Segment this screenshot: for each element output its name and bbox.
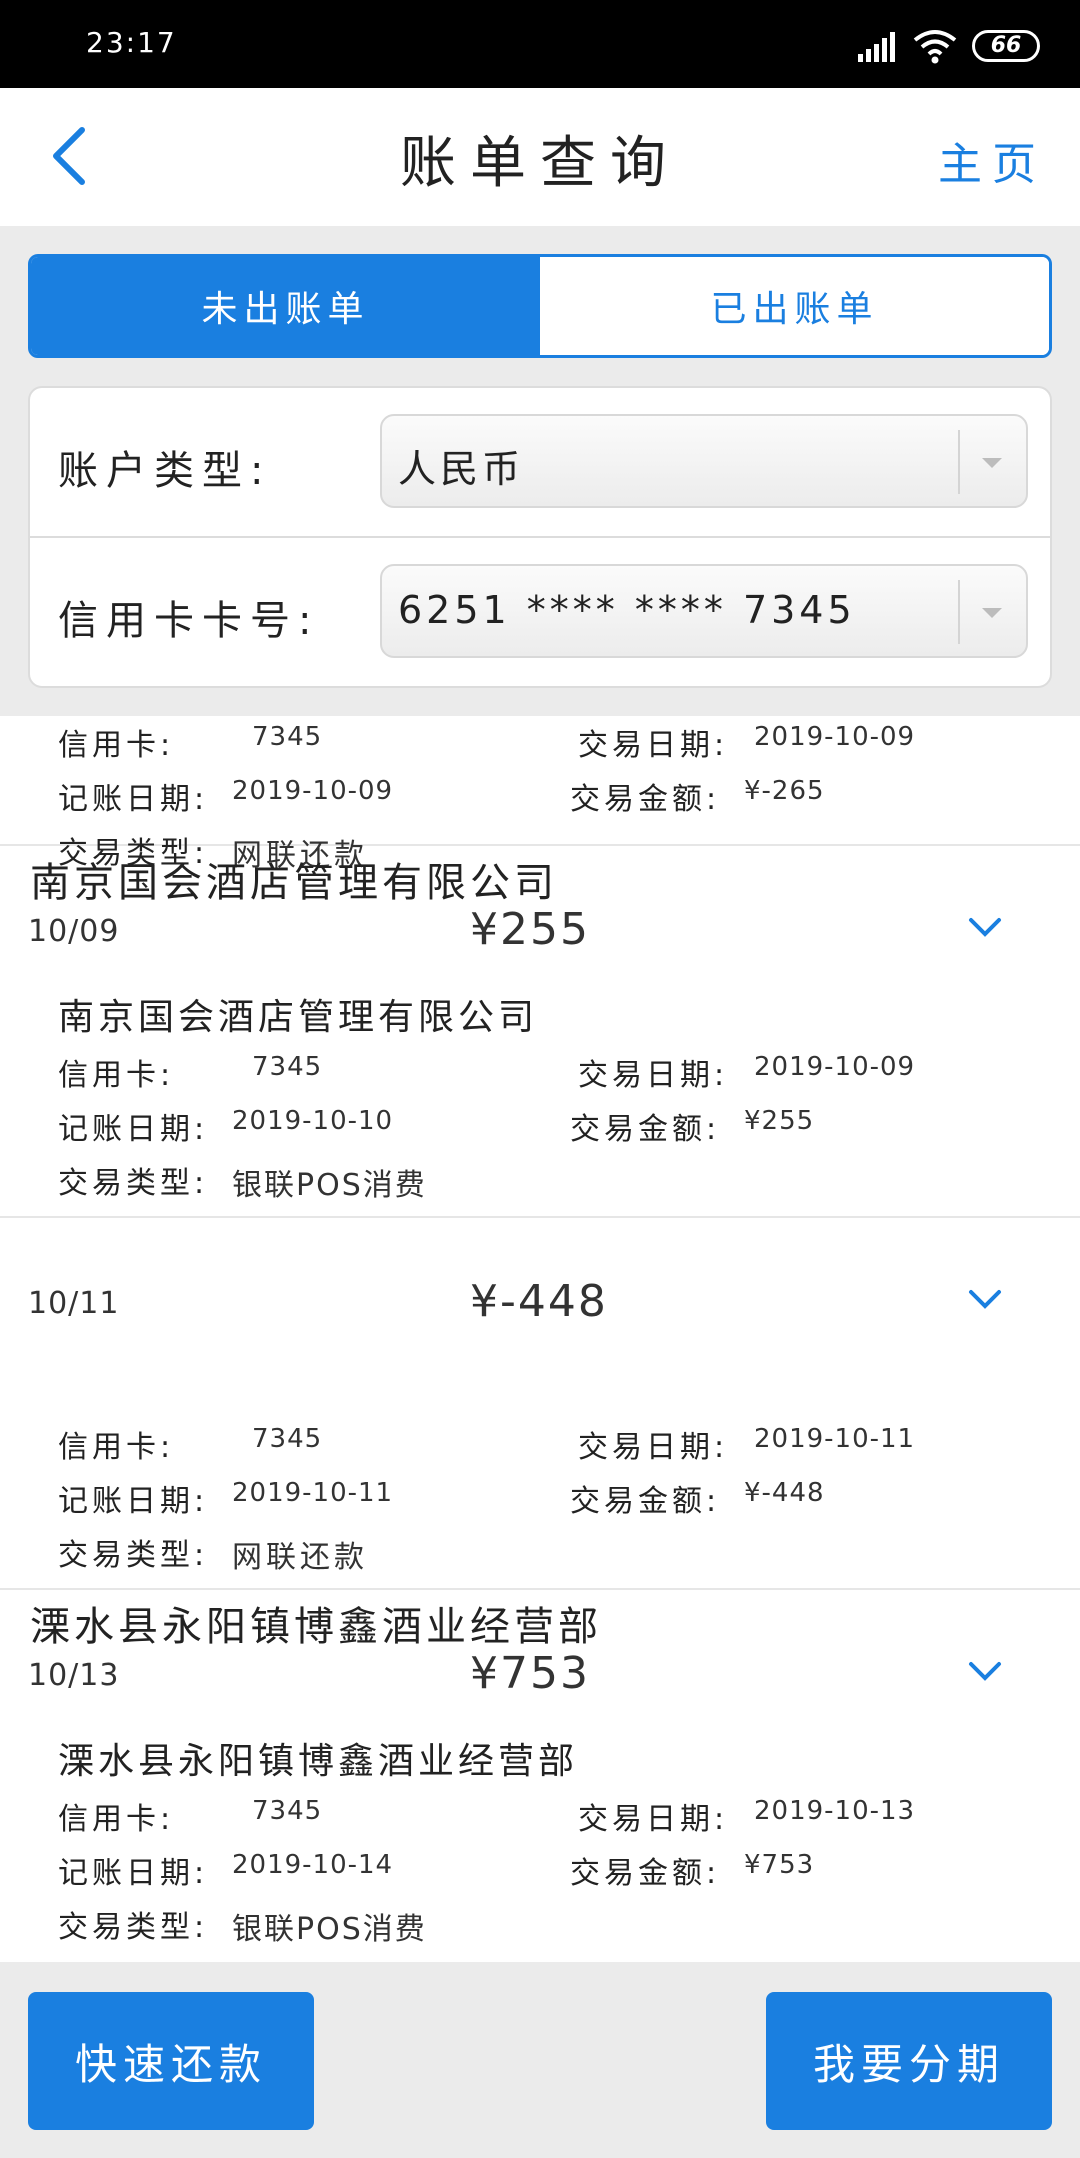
trade-type-value: 银联POS消费 [232, 1912, 427, 1947]
chevron-down-icon[interactable] [968, 1660, 1002, 1684]
transaction-item: 信用卡: 7345 交易日期: 2019-10-09 记账日期: 2019-10… [0, 716, 1080, 873]
amount-label: 交易金额: [570, 1112, 721, 1147]
select-divider [958, 430, 960, 494]
trade-date-label: 交易日期: [578, 1058, 729, 1093]
installment-button[interactable]: 我要分期 [766, 1992, 1052, 2130]
transaction-item[interactable]: 南京国会酒店管理有限公司 10/09 ¥255 南京国会酒店管理有限公司 信用卡… [0, 846, 1080, 1218]
detail-merchant-name: 溧水县永阳镇博鑫酒业经营部 [58, 1741, 579, 1782]
app-header: 账单查询 主页 [0, 88, 1080, 226]
trade-date-value: 2019-10-13 [754, 1796, 916, 1826]
amount-label: 交易金额: [570, 1856, 721, 1891]
page-title: 账单查询 [400, 131, 680, 196]
dropdown-arrow-icon [982, 608, 1002, 618]
detail-merchant-name: 南京国会酒店管理有限公司 [58, 997, 539, 1038]
transaction-date: 10/09 [28, 914, 120, 949]
transaction-amount: ¥255 [470, 904, 590, 955]
account-type-value: 人民币 [398, 447, 525, 491]
card-number-label: 信用卡卡号: [58, 598, 320, 644]
card-label: 信用卡: [58, 1058, 175, 1093]
trade-type-label: 交易类型: [58, 1166, 209, 1201]
transaction-date: 10/13 [28, 1658, 120, 1693]
merchant-name: 溧水县永阳镇博鑫酒业经营部 [30, 1604, 602, 1650]
trade-type-label: 交易类型: [58, 1538, 209, 1573]
wifi-icon [913, 30, 957, 64]
amount-value: ¥-265 [744, 776, 825, 806]
post-date-value: 2019-10-10 [232, 1106, 394, 1136]
transaction-amount: ¥-448 [470, 1276, 608, 1327]
chevron-down-icon[interactable] [968, 916, 1002, 940]
query-form: 账户类型: 人民币 信用卡卡号: 6251 **** **** 7345 [28, 386, 1052, 688]
trade-type-value: 网联还款 [232, 1540, 368, 1575]
trade-type-value: 银联POS消费 [232, 1168, 427, 1203]
card-label: 信用卡: [58, 1430, 175, 1465]
amount-value: ¥753 [744, 1850, 815, 1880]
card-label: 信用卡: [58, 728, 175, 763]
amount-value: ¥255 [744, 1106, 815, 1136]
post-date-label: 记账日期: [58, 1484, 209, 1519]
card-value: 7345 [252, 1052, 323, 1082]
trade-date-label: 交易日期: [578, 728, 729, 763]
card-value: 7345 [252, 722, 323, 752]
signal-icon [858, 32, 895, 62]
status-bar: 23:17 66 [0, 0, 1080, 88]
transaction-list: 信用卡: 7345 交易日期: 2019-10-09 记账日期: 2019-10… [0, 716, 1080, 1962]
card-number-value: 6251 **** **** 7345 [398, 588, 856, 632]
merchant-name: 南京国会酒店管理有限公司 [30, 860, 558, 906]
select-divider [958, 580, 960, 644]
post-date-label: 记账日期: [58, 782, 209, 817]
card-value: 7345 [252, 1424, 323, 1454]
trade-date-value: 2019-10-09 [754, 1052, 916, 1082]
amount-label: 交易金额: [570, 1484, 721, 1519]
transaction-amount: ¥753 [470, 1648, 590, 1699]
dropdown-arrow-icon [982, 458, 1002, 468]
trade-date-label: 交易日期: [578, 1802, 729, 1837]
transaction-item[interactable]: 10/11 ¥-448 信用卡: 7345 交易日期: 2019-10-11 记… [0, 1218, 1080, 1590]
card-number-select[interactable]: 6251 **** **** 7345 [380, 564, 1028, 658]
trade-type-label: 交易类型: [58, 1910, 209, 1945]
amount-label: 交易金额: [570, 782, 721, 817]
trade-date-value: 2019-10-11 [754, 1424, 916, 1454]
card-number-row: 信用卡卡号: 6251 **** **** 7345 [30, 538, 1050, 688]
trade-date-label: 交易日期: [578, 1430, 729, 1465]
account-type-select[interactable]: 人民币 [380, 414, 1028, 508]
card-label: 信用卡: [58, 1802, 175, 1837]
status-time: 23:17 [86, 26, 177, 59]
card-value: 7345 [252, 1796, 323, 1826]
tab-unbilled[interactable]: 未出账单 [31, 257, 540, 355]
quick-repay-button[interactable]: 快速还款 [28, 1992, 314, 2130]
account-type-label: 账户类型: [58, 448, 272, 494]
transaction-item[interactable]: 溧水县永阳镇博鑫酒业经营部 10/13 ¥753 溧水县永阳镇博鑫酒业经营部 信… [0, 1590, 1080, 1962]
post-date-label: 记账日期: [58, 1856, 209, 1891]
post-date-value: 2019-10-14 [232, 1850, 394, 1880]
post-date-label: 记账日期: [58, 1112, 209, 1147]
post-date-value: 2019-10-11 [232, 1478, 394, 1508]
tab-billed[interactable]: 已出账单 [540, 257, 1049, 355]
bill-tabs: 未出账单 已出账单 [28, 254, 1052, 358]
bottom-action-bar: 快速还款 我要分期 [0, 1962, 1080, 2158]
transaction-date: 10/11 [28, 1286, 120, 1321]
post-date-value: 2019-10-09 [232, 776, 394, 806]
trade-date-value: 2019-10-09 [754, 722, 916, 752]
account-type-row: 账户类型: 人民币 [30, 388, 1050, 538]
battery-icon: 66 [972, 30, 1040, 62]
chevron-down-icon[interactable] [968, 1288, 1002, 1312]
home-link[interactable]: 主页 [938, 128, 1046, 192]
amount-value: ¥-448 [744, 1478, 825, 1508]
